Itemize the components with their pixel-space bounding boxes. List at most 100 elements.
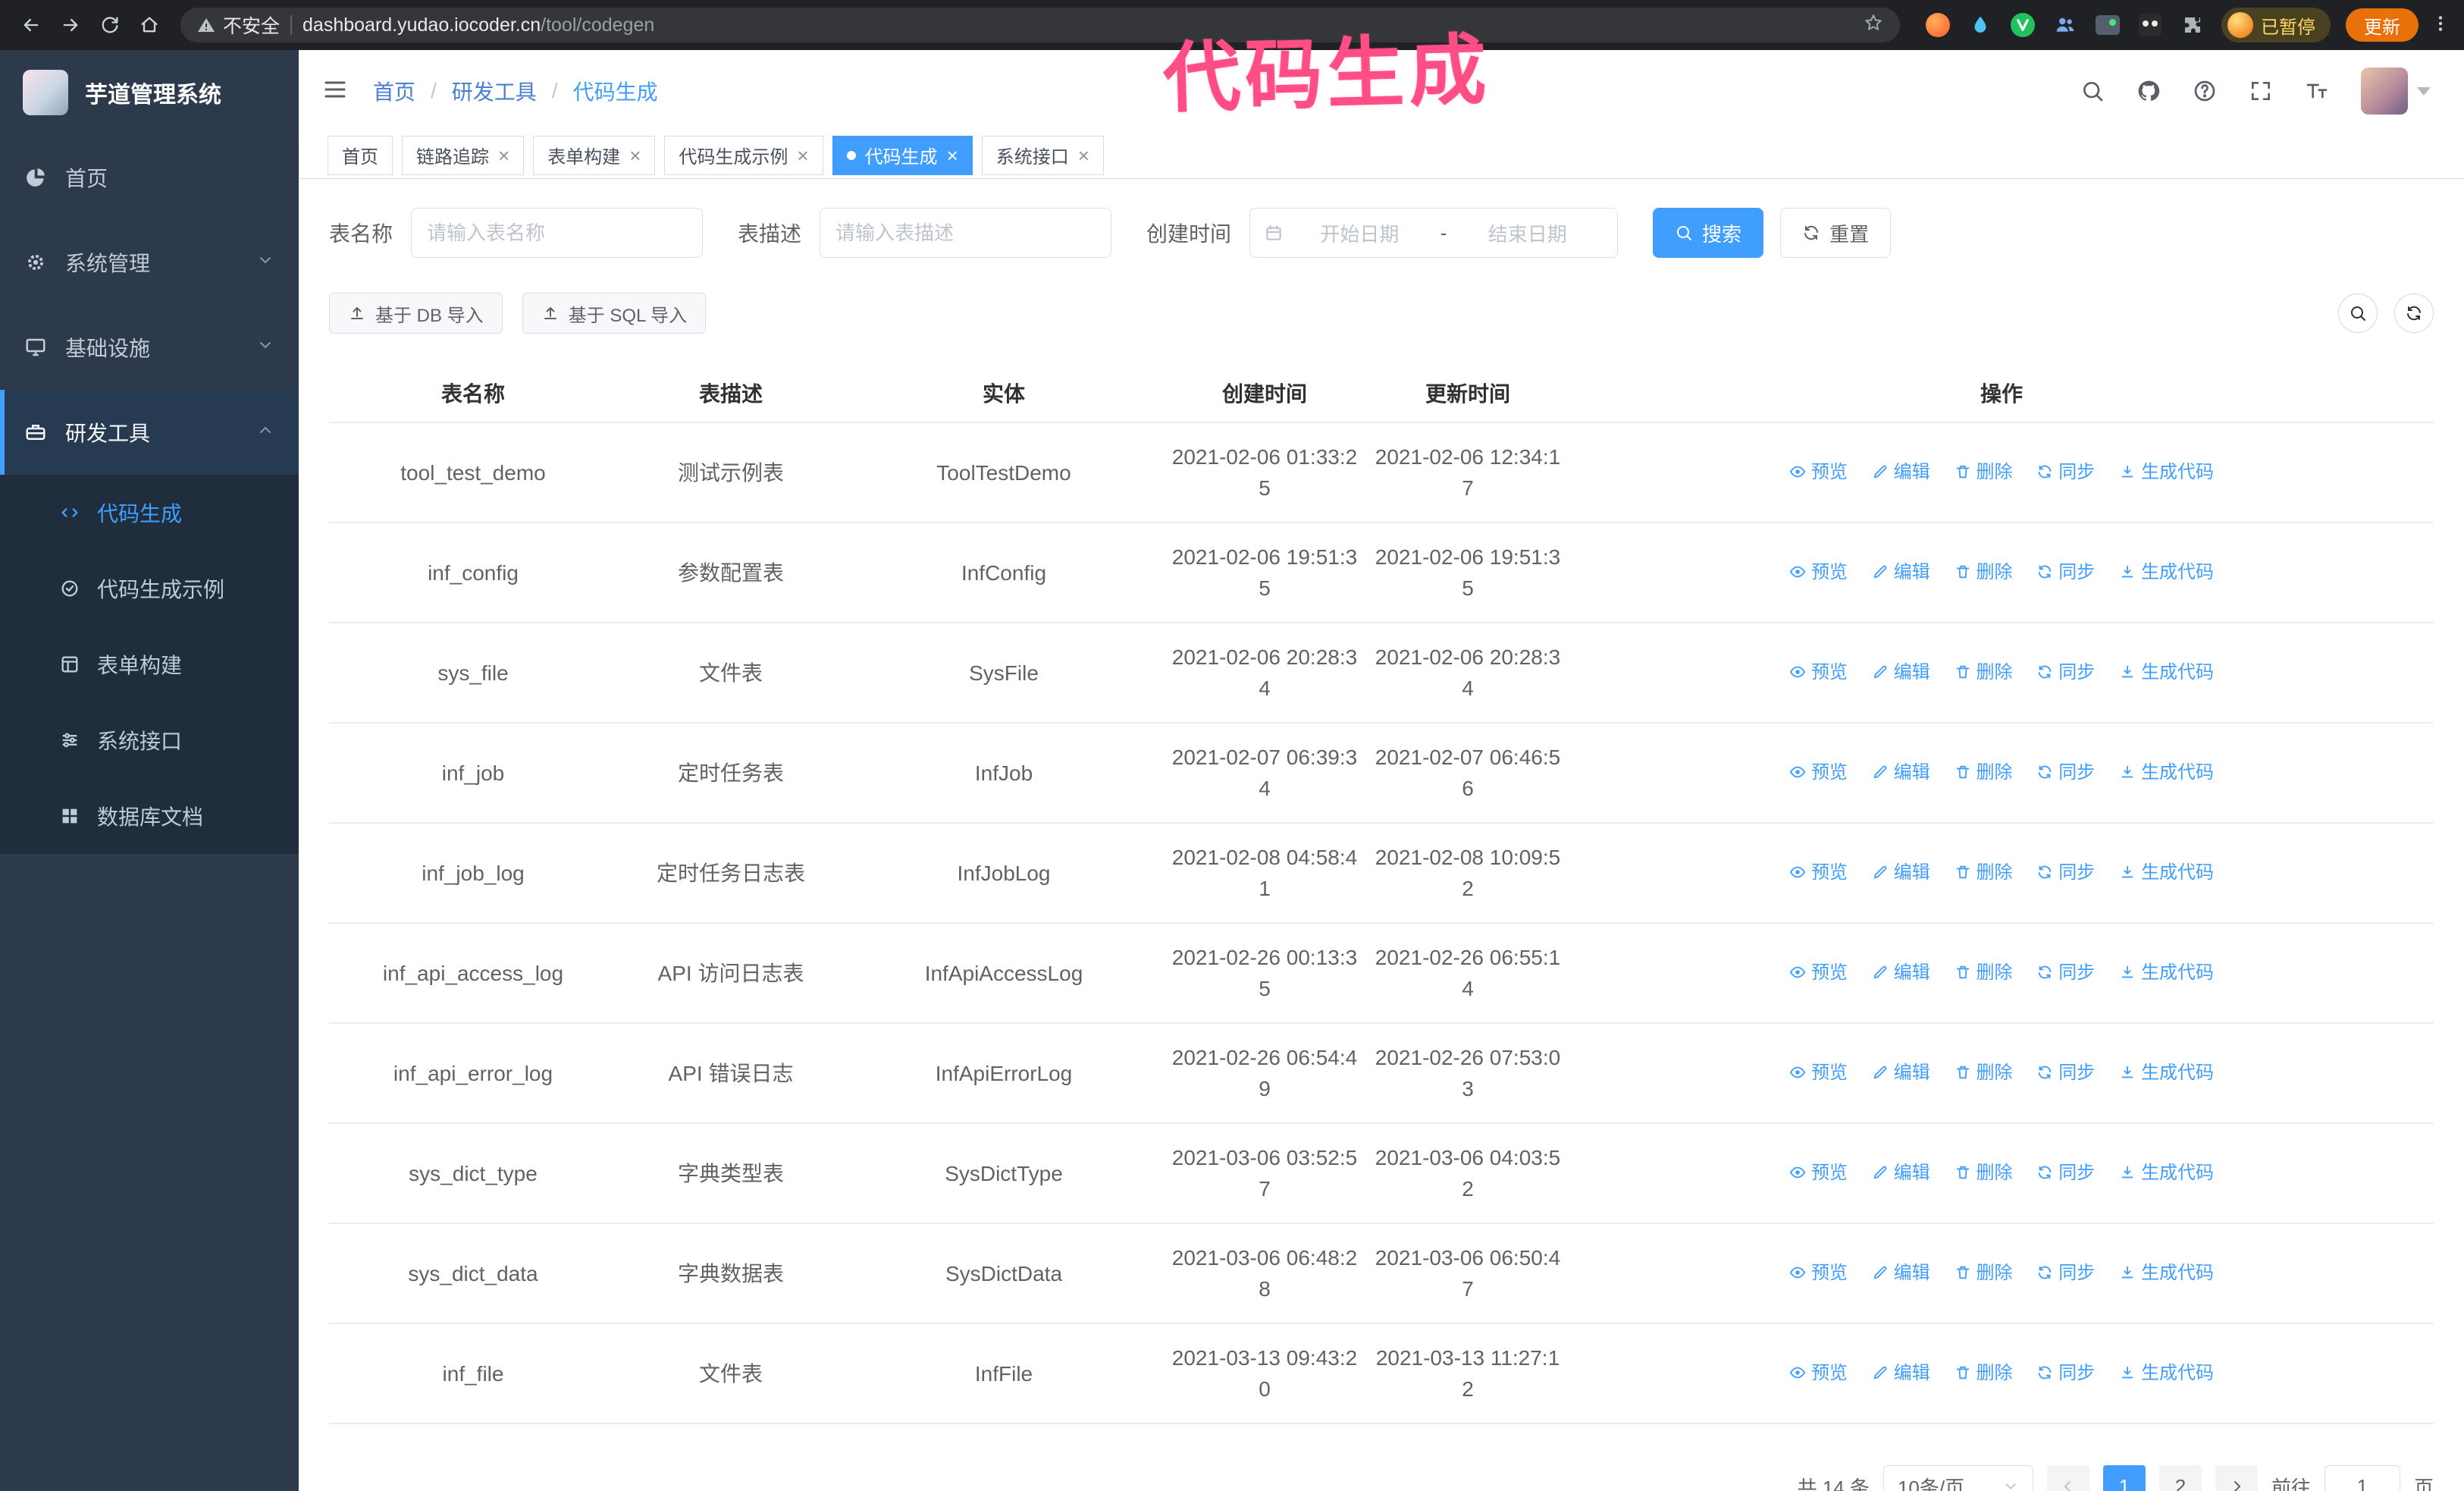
security-warning[interactable]: 不安全 (197, 11, 280, 39)
page-button-1[interactable]: 1 (2102, 1465, 2146, 1491)
vue-devtools-extension-icon[interactable] (2009, 11, 2036, 39)
page-size-select[interactable]: 10条/页 (1882, 1465, 2033, 1491)
import-db-button[interactable]: 基于 DB 导入 (329, 293, 503, 334)
close-icon[interactable]: × (1078, 146, 1089, 165)
browser-forward-icon[interactable] (53, 8, 88, 42)
preview-link[interactable]: 预览 (1789, 1358, 1848, 1389)
search-icon[interactable] (2080, 79, 2105, 103)
generate-code-link[interactable]: 生成代码 (2119, 1057, 2214, 1088)
sidebar-toggle-icon[interactable] (321, 76, 349, 107)
edit-link[interactable]: 编辑 (1872, 1157, 1930, 1188)
browser-home-icon[interactable] (132, 8, 167, 42)
sidebar-item-codegen[interactable]: 代码生成 (0, 475, 299, 551)
sync-link[interactable]: 同步 (2036, 857, 2095, 888)
monkey-extension-icon[interactable] (2136, 11, 2164, 39)
delete-link[interactable]: 删除 (1955, 557, 2013, 588)
delete-link[interactable]: 删除 (1955, 957, 2013, 988)
puzzle-extensions-icon[interactable] (2179, 11, 2206, 39)
font-size-icon[interactable] (2305, 79, 2329, 103)
delete-link[interactable]: 删除 (1955, 657, 2013, 688)
table-desc-input[interactable] (820, 208, 1112, 258)
tab-codegen-example[interactable]: 代码生成示例 × (664, 135, 823, 175)
droplet-extension-icon[interactable] (1967, 11, 1994, 39)
preview-link[interactable]: 预览 (1789, 1257, 1848, 1289)
bookmark-star-icon[interactable] (1864, 13, 1883, 38)
browser-reload-icon[interactable] (92, 8, 127, 42)
generate-code-link[interactable]: 生成代码 (2119, 1257, 2214, 1289)
search-button[interactable]: 搜索 (1653, 208, 1764, 258)
browser-back-icon[interactable] (14, 8, 49, 42)
sidebar-item-system[interactable]: 系统管理 (0, 220, 299, 305)
preview-link[interactable]: 预览 (1789, 1157, 1848, 1188)
table-name-input[interactable] (411, 208, 704, 258)
sidebar-item-devtools[interactable]: 研发工具 (0, 390, 299, 475)
generate-code-link[interactable]: 生成代码 (2119, 1358, 2214, 1389)
delete-link[interactable]: 删除 (1955, 1057, 2013, 1088)
breadcrumb-devtools[interactable]: 研发工具 (452, 76, 537, 106)
preview-link[interactable]: 预览 (1789, 657, 1848, 688)
github-icon[interactable] (2136, 79, 2161, 103)
edit-link[interactable]: 编辑 (1872, 457, 1930, 488)
edit-link[interactable]: 编辑 (1872, 1257, 1930, 1289)
edit-link[interactable]: 编辑 (1872, 1358, 1930, 1389)
delete-link[interactable]: 删除 (1955, 1257, 2013, 1289)
breadcrumb-home[interactable]: 首页 (373, 76, 415, 106)
preview-link[interactable]: 预览 (1789, 1057, 1848, 1088)
sync-link[interactable]: 同步 (2036, 1157, 2095, 1188)
fullscreen-icon[interactable] (2249, 79, 2273, 103)
preview-link[interactable]: 预览 (1789, 957, 1848, 988)
sync-link[interactable]: 同步 (2036, 657, 2095, 688)
date-range-input[interactable]: 开始日期 - 结束日期 (1249, 208, 1619, 258)
preview-link[interactable]: 预览 (1789, 757, 1848, 788)
delete-link[interactable]: 删除 (1955, 1157, 2013, 1188)
generate-code-link[interactable]: 生成代码 (2119, 957, 2214, 988)
browser-profile-chip[interactable]: 已暂停 (2221, 8, 2331, 42)
tab-codegen[interactable]: 代码生成 × (832, 135, 973, 175)
toggle-search-button[interactable] (2338, 293, 2378, 333)
delete-link[interactable]: 删除 (1955, 757, 2013, 788)
fox-extension-icon[interactable] (1924, 11, 1951, 39)
tab-form-builder[interactable]: 表单构建 × (533, 135, 656, 175)
edit-link[interactable]: 编辑 (1872, 1057, 1930, 1088)
edit-link[interactable]: 编辑 (1872, 657, 1930, 688)
delete-link[interactable]: 删除 (1955, 1358, 2013, 1389)
browser-menu-icon[interactable] (2431, 14, 2450, 37)
edit-link[interactable]: 编辑 (1872, 957, 1930, 988)
generate-code-link[interactable]: 生成代码 (2119, 757, 2214, 788)
goto-page-input[interactable] (2324, 1465, 2400, 1491)
close-icon[interactable]: × (498, 146, 509, 165)
preview-link[interactable]: 预览 (1789, 857, 1848, 888)
help-icon[interactable] (2193, 79, 2217, 103)
page-button-2[interactable]: 2 (2158, 1465, 2202, 1491)
tab-system-api[interactable]: 系统接口 × (981, 135, 1104, 175)
close-icon[interactable]: × (947, 146, 958, 165)
user-avatar[interactable] (2361, 67, 2431, 115)
browser-address-bar[interactable]: 不安全 dashboard.yudao.iocoder.cn/tool/code… (180, 8, 1900, 42)
sidebar-item-infra[interactable]: 基础设施 (0, 305, 299, 390)
import-sql-button[interactable]: 基于 SQL 导入 (522, 293, 707, 334)
sync-link[interactable]: 同步 (2036, 1257, 2095, 1289)
sync-link[interactable]: 同步 (2036, 1358, 2095, 1389)
sync-link[interactable]: 同步 (2036, 1057, 2095, 1088)
delete-link[interactable]: 删除 (1955, 857, 2013, 888)
generate-code-link[interactable]: 生成代码 (2119, 457, 2214, 488)
sidebar-item-form-builder[interactable]: 表单构建 (0, 626, 299, 702)
sync-link[interactable]: 同步 (2036, 557, 2095, 588)
app-logo[interactable]: 芋道管理系统 (0, 50, 299, 135)
sidebar-item-db-doc[interactable]: 数据库文档 (0, 778, 299, 854)
next-page-button[interactable] (2215, 1465, 2258, 1491)
delete-link[interactable]: 删除 (1955, 457, 2013, 488)
sync-link[interactable]: 同步 (2036, 957, 2095, 988)
prev-page-button[interactable] (2046, 1465, 2089, 1491)
edit-link[interactable]: 编辑 (1872, 857, 1930, 888)
reset-button[interactable]: 重置 (1780, 208, 1892, 258)
generate-code-link[interactable]: 生成代码 (2119, 857, 2214, 888)
sync-link[interactable]: 同步 (2036, 457, 2095, 488)
close-icon[interactable]: × (629, 146, 641, 165)
generate-code-link[interactable]: 生成代码 (2119, 1157, 2214, 1188)
sidebar-item-system-api[interactable]: 系统接口 (0, 702, 299, 778)
edit-link[interactable]: 编辑 (1872, 557, 1930, 588)
screen-extension-icon[interactable] (2094, 11, 2121, 39)
preview-link[interactable]: 预览 (1789, 457, 1848, 488)
generate-code-link[interactable]: 生成代码 (2119, 657, 2214, 688)
